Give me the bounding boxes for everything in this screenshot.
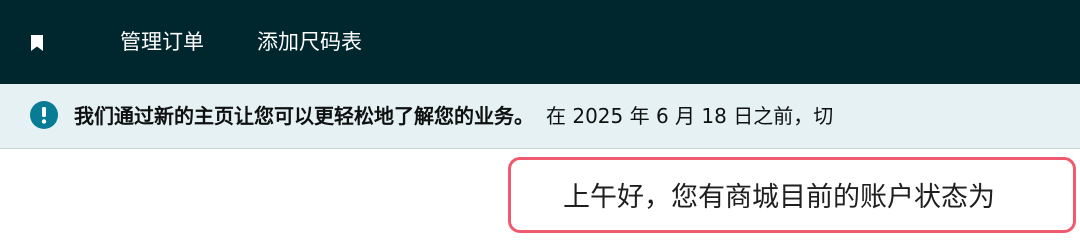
info-icon: [29, 100, 59, 130]
banner-normal-text: 在 2025 年 6 月 18 日之前，切: [546, 104, 834, 128]
greeting-text: 上午好，您有商城目前的账户状态为: [563, 182, 995, 213]
greeting-highlight-box: 上午好，您有商城目前的账户状态为: [508, 157, 1076, 233]
banner-bold-text: 我们通过新的主页让您可以更轻松地了解您的业务。: [74, 104, 534, 128]
bookmark-icon[interactable]: [26, 32, 48, 54]
banner-message: 我们通过新的主页让您可以更轻松地了解您的业务。在 2025 年 6 月 18 日…: [74, 100, 833, 132]
nav-item-add-size-chart[interactable]: 添加尺码表: [257, 26, 362, 58]
nav-item-manage-orders[interactable]: 管理订单: [120, 26, 204, 58]
info-banner: 我们通过新的主页让您可以更轻松地了解您的业务。在 2025 年 6 月 18 日…: [0, 84, 1080, 149]
top-navigation-bar: 管理订单 添加尺码表: [0, 0, 1080, 84]
